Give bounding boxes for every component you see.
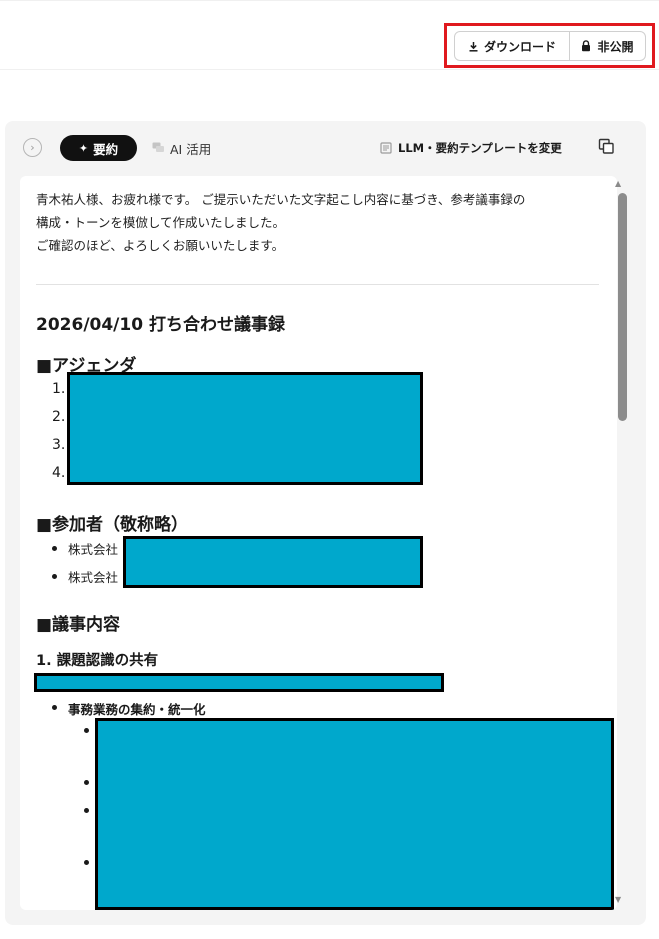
summary-panel: › ✦ 要約 AI 活用 LLM・要約テンプレートを変更 青木祐人様、お疲れ様で… [5,121,646,925]
redaction-block [95,718,614,910]
bullet [84,860,89,865]
scroll-down-arrow[interactable]: ▼ [615,895,621,904]
divider [36,284,599,285]
download-icon [469,41,478,52]
scrollbar-thumb[interactable] [618,193,627,421]
sparkle-icon: ✦ [78,141,89,155]
summary-content: 青木祐人様、お疲れ様です。 ご提示いただいた文字起こし内容に基づき、参考議事録の… [20,176,617,910]
section-item: 事務業務の集約・統一化 [68,702,206,717]
minutes-heading: ■議事内容 [36,615,121,635]
lock-icon [582,40,591,52]
tab-ai-label: AI 活用 [170,141,212,157]
intro-line: ご確認のほど、よろしくお願いいたします。 [36,238,285,253]
bullet [52,705,57,710]
tab-summary[interactable]: ✦ 要約 [60,135,137,161]
tab-ai[interactable]: AI 活用 [152,135,211,161]
bullet [84,808,89,813]
agenda-number: 3. [52,437,66,453]
tab-summary-label: 要約 [93,141,119,157]
agenda-number: 4. [52,465,66,481]
scroll-up-arrow[interactable]: ▲ [615,179,621,188]
bullet [84,780,89,785]
action-button-group: ダウンロード 非公開 [454,31,646,61]
copy-icon[interactable] [598,138,615,155]
private-button[interactable]: 非公開 [570,32,645,60]
change-template-button[interactable]: LLM・要約テンプレートを変更 [380,135,562,161]
redaction-block [34,673,444,692]
download-label: ダウンロード [483,39,556,54]
document-title: 2026/04/10 打ち合わせ議事録 [36,315,285,335]
bullet [52,574,57,579]
private-label: 非公開 [597,39,634,54]
bullet [52,546,57,551]
agenda-number: 2. [52,409,66,425]
panel-tabs: › ✦ 要約 AI 活用 LLM・要約テンプレートを変更 [5,121,646,175]
attendees-heading: ■参加者（敬称略） [36,515,189,535]
intro-message: 青木祐人様、お疲れ様です。 ご提示いただいた文字起こし内容に基づき、参考議事録の… [36,188,596,257]
expand-toggle-button[interactable]: › [23,138,42,157]
download-button[interactable]: ダウンロード [455,32,570,60]
agenda-number: 1. [52,381,66,397]
intro-line: 構成・トーンを模倣して作成いたしました。 [36,215,286,230]
attendee-item: 株式会社 [68,570,119,585]
redaction-block [67,372,423,485]
bullet [84,728,89,733]
redaction-block [123,536,423,588]
chevron-right-icon: › [30,141,35,154]
template-label: LLM・要約テンプレートを変更 [398,141,562,155]
section-heading: 1. 課題認識の共有 [36,653,159,669]
attendee-item: 株式会社 [68,542,119,557]
chat-icon [152,142,164,152]
intro-line: 青木祐人様、お疲れ様です。 ご提示いただいた文字起こし内容に基づき、参考議事録の [36,192,526,207]
template-icon [380,142,392,154]
